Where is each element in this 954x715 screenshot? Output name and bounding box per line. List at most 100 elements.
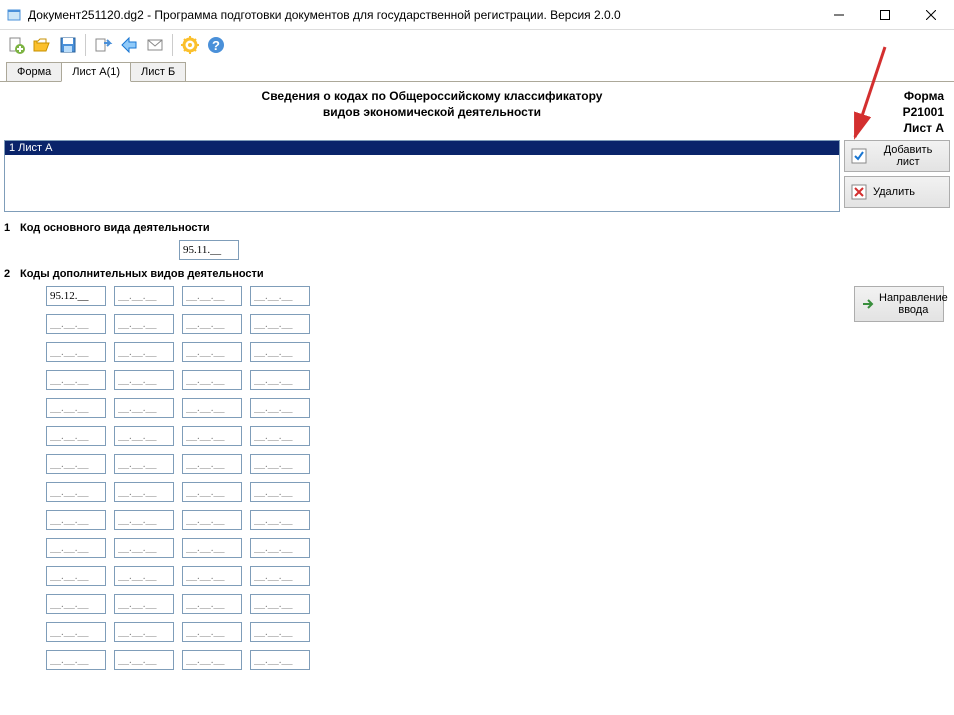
page-title: Сведения о кодах по Общероссийскому клас… bbox=[4, 86, 860, 138]
tab-form[interactable]: Форма bbox=[6, 62, 62, 81]
additional-code-input[interactable] bbox=[114, 454, 174, 474]
new-doc-button[interactable] bbox=[4, 33, 28, 57]
additional-code-input[interactable] bbox=[114, 370, 174, 390]
list-item[interactable]: 1 Лист А bbox=[5, 141, 839, 155]
additional-code-input[interactable] bbox=[46, 650, 106, 670]
additional-code-input[interactable] bbox=[250, 538, 310, 558]
additional-code-input[interactable] bbox=[46, 566, 106, 586]
additional-code-input[interactable] bbox=[46, 370, 106, 390]
form-info: Форма Р21001 Лист А bbox=[860, 86, 950, 138]
additional-code-input[interactable] bbox=[46, 286, 106, 306]
additional-code-input[interactable] bbox=[182, 426, 242, 446]
direction-label: Направление ввода bbox=[879, 292, 948, 316]
additional-code-input[interactable] bbox=[46, 510, 106, 530]
additional-code-input[interactable] bbox=[46, 398, 106, 418]
additional-code-input[interactable] bbox=[250, 622, 310, 642]
additional-code-input[interactable] bbox=[46, 454, 106, 474]
settings-button[interactable] bbox=[178, 33, 202, 57]
open-button[interactable] bbox=[30, 33, 54, 57]
add-sheet-label: Добавить лист bbox=[873, 144, 943, 168]
additional-code-input[interactable] bbox=[182, 398, 242, 418]
main-activity-code-input[interactable] bbox=[179, 240, 239, 260]
additional-code-input[interactable] bbox=[46, 342, 106, 362]
additional-code-input[interactable] bbox=[182, 622, 242, 642]
minimize-button[interactable] bbox=[816, 0, 862, 30]
section-1-number: 1 bbox=[4, 222, 14, 234]
additional-code-input[interactable] bbox=[250, 314, 310, 334]
additional-code-input[interactable] bbox=[114, 566, 174, 586]
additional-codes-grid bbox=[4, 286, 854, 678]
additional-code-input[interactable] bbox=[114, 286, 174, 306]
additional-code-input[interactable] bbox=[250, 510, 310, 530]
form-number: Форма Р21001 bbox=[862, 88, 944, 120]
sheets-listbox[interactable]: 1 Лист А bbox=[4, 140, 840, 212]
additional-code-input[interactable] bbox=[182, 510, 242, 530]
additional-code-input[interactable] bbox=[46, 314, 106, 334]
additional-code-input[interactable] bbox=[182, 566, 242, 586]
additional-code-input[interactable] bbox=[46, 622, 106, 642]
additional-code-input[interactable] bbox=[114, 314, 174, 334]
section-2-number: 2 bbox=[4, 268, 14, 280]
app-icon bbox=[6, 7, 22, 23]
delete-sheet-label: Удалить bbox=[873, 186, 915, 198]
additional-code-input[interactable] bbox=[250, 398, 310, 418]
additional-code-input[interactable] bbox=[114, 426, 174, 446]
tab-sheet-a[interactable]: Лист А(1) bbox=[61, 62, 131, 82]
input-direction-button[interactable]: Направление ввода bbox=[854, 286, 944, 322]
save-button[interactable] bbox=[56, 33, 80, 57]
separator bbox=[85, 34, 86, 56]
additional-code-input[interactable] bbox=[182, 342, 242, 362]
additional-code-input[interactable] bbox=[46, 594, 106, 614]
additional-code-input[interactable] bbox=[114, 538, 174, 558]
delete-icon bbox=[851, 184, 867, 200]
additional-code-input[interactable] bbox=[114, 398, 174, 418]
additional-code-input[interactable] bbox=[250, 286, 310, 306]
delete-sheet-button[interactable]: Удалить bbox=[844, 176, 950, 208]
additional-code-input[interactable] bbox=[114, 510, 174, 530]
sheet-name: Лист А bbox=[862, 120, 944, 136]
tab-sheet-b[interactable]: Лист Б bbox=[130, 62, 186, 81]
additional-code-input[interactable] bbox=[114, 342, 174, 362]
additional-code-input[interactable] bbox=[46, 538, 106, 558]
additional-code-input[interactable] bbox=[250, 454, 310, 474]
check-icon bbox=[851, 148, 867, 164]
additional-code-input[interactable] bbox=[250, 650, 310, 670]
additional-code-input[interactable] bbox=[182, 286, 242, 306]
section-2-label: Коды дополнительных видов деятельности bbox=[20, 268, 264, 280]
titlebar: Документ251120.dg2 - Программа подготовк… bbox=[0, 0, 954, 30]
close-button[interactable] bbox=[908, 0, 954, 30]
mail-button[interactable] bbox=[143, 33, 167, 57]
page-title-line1: Сведения о кодах по Общероссийскому клас… bbox=[6, 88, 858, 104]
additional-code-input[interactable] bbox=[114, 482, 174, 502]
additional-code-input[interactable] bbox=[114, 594, 174, 614]
additional-code-input[interactable] bbox=[182, 594, 242, 614]
additional-code-input[interactable] bbox=[114, 622, 174, 642]
additional-code-input[interactable] bbox=[250, 370, 310, 390]
additional-code-input[interactable] bbox=[182, 482, 242, 502]
page-title-line2: видов экономической деятельности bbox=[6, 104, 858, 120]
section-1-label: Код основного вида деятельности bbox=[20, 222, 210, 234]
additional-code-input[interactable] bbox=[182, 370, 242, 390]
arrow-right-icon bbox=[861, 297, 875, 311]
additional-code-input[interactable] bbox=[250, 482, 310, 502]
send-button[interactable] bbox=[117, 33, 141, 57]
additional-code-input[interactable] bbox=[46, 482, 106, 502]
help-button[interactable]: ? bbox=[204, 33, 228, 57]
export-button[interactable] bbox=[91, 33, 115, 57]
additional-code-input[interactable] bbox=[46, 426, 106, 446]
additional-code-input[interactable] bbox=[182, 454, 242, 474]
separator bbox=[172, 34, 173, 56]
additional-code-input[interactable] bbox=[114, 650, 174, 670]
additional-code-input[interactable] bbox=[182, 314, 242, 334]
additional-code-input[interactable] bbox=[250, 426, 310, 446]
additional-code-input[interactable] bbox=[250, 566, 310, 586]
additional-code-input[interactable] bbox=[182, 538, 242, 558]
additional-code-input[interactable] bbox=[250, 342, 310, 362]
toolbar: ? bbox=[0, 30, 954, 60]
additional-code-input[interactable] bbox=[182, 650, 242, 670]
maximize-button[interactable] bbox=[862, 0, 908, 30]
svg-text:?: ? bbox=[212, 38, 220, 53]
window-title: Документ251120.dg2 - Программа подготовк… bbox=[28, 8, 816, 22]
add-sheet-button[interactable]: Добавить лист bbox=[844, 140, 950, 172]
additional-code-input[interactable] bbox=[250, 594, 310, 614]
